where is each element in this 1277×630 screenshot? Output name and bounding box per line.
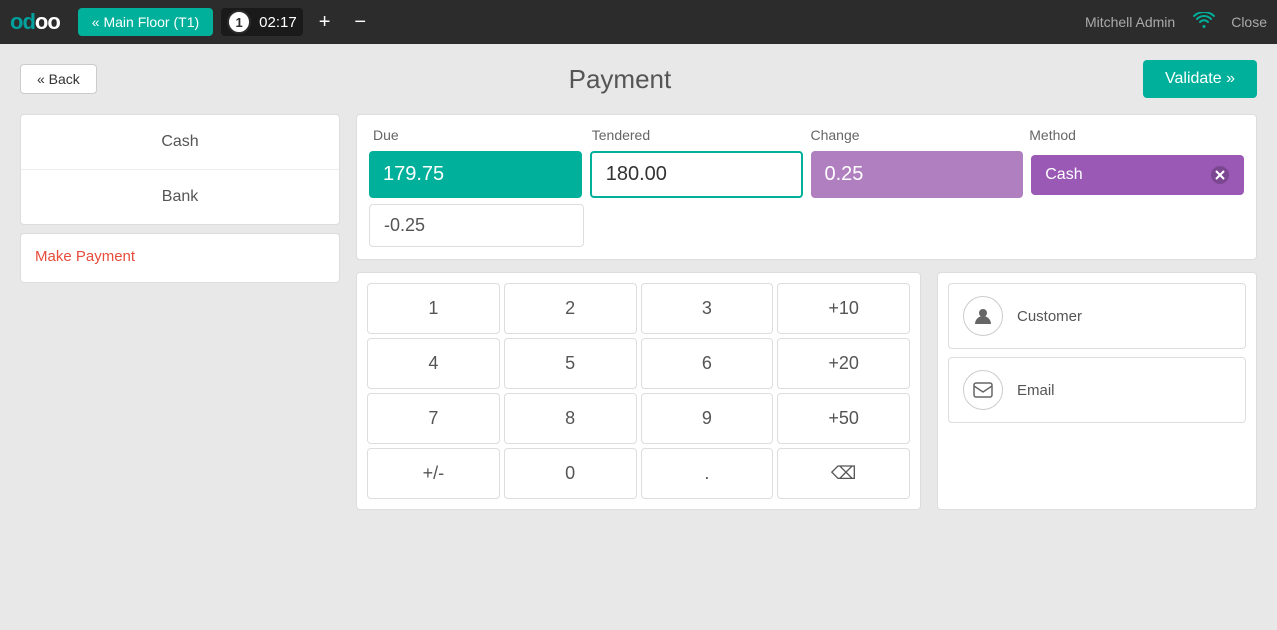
tendered-amount[interactable]: 180.00 [590,151,803,198]
method-label: Cash [1045,166,1082,184]
payment-methods-list: Cash Bank [20,114,340,225]
numpad-7[interactable]: 7 [367,393,500,444]
numpad-8[interactable]: 8 [504,393,637,444]
numpad-plus50[interactable]: +50 [777,393,910,444]
timer-display: 02:17 [259,14,297,31]
back-button[interactable]: « Back [20,64,97,94]
numpad-plus20[interactable]: +20 [777,338,910,389]
remaining-amount: -0.25 [369,204,584,247]
validate-button[interactable]: Validate » [1143,60,1257,98]
main-floor-label: « Main Floor (T1) [92,14,199,30]
close-button[interactable]: Close [1231,14,1267,30]
change-amount: 0.25 [811,151,1024,198]
numpad-4[interactable]: 4 [367,338,500,389]
page-title: Payment [569,64,672,95]
numpad-2[interactable]: 2 [504,283,637,334]
email-button[interactable]: Email [948,357,1246,423]
numpad-3[interactable]: 3 [641,283,774,334]
col-change: Change [811,127,1022,143]
numpad-1[interactable]: 1 [367,283,500,334]
order-badge: 1 [227,10,251,34]
numpad-6[interactable]: 6 [641,338,774,389]
payment-method-bank[interactable]: Bank [21,170,339,224]
numpad-9[interactable]: 9 [641,393,774,444]
add-order-button[interactable]: + [311,7,339,38]
customer-icon [963,296,1003,336]
due-amount: 179.75 [369,151,582,198]
payment-method-cash[interactable]: Cash [21,115,339,170]
customer-label: Customer [1017,308,1082,325]
make-payment-area[interactable]: Make Payment [20,233,340,283]
odoo-logo: odoo [10,9,60,35]
numpad-dot[interactable]: . [641,448,774,499]
numpad-backspace[interactable]: ⌫ [777,448,910,499]
col-method: Method [1029,127,1240,143]
numpad-plusminus[interactable]: +/- [367,448,500,499]
method-cell: Cash [1031,155,1244,195]
user-name: Mitchell Admin [1085,14,1175,30]
numpad: 1 2 3 +10 4 5 6 +20 7 8 9 +50 +/- 0 . ⌫ [356,272,921,510]
customer-button[interactable]: Customer [948,283,1246,349]
col-tendered: Tendered [592,127,803,143]
payment-table: Due Tendered Change Method 179.75 180.00… [356,114,1257,260]
minus-button[interactable]: − [346,7,374,38]
numpad-5[interactable]: 5 [504,338,637,389]
email-icon [963,370,1003,410]
numpad-plus10[interactable]: +10 [777,283,910,334]
action-panel: Customer Email [937,272,1257,510]
wifi-icon [1193,12,1215,33]
main-floor-button[interactable]: « Main Floor (T1) [78,8,213,36]
col-due: Due [373,127,584,143]
email-label: Email [1017,382,1055,399]
remove-method-button[interactable] [1210,165,1230,185]
numpad-0[interactable]: 0 [504,448,637,499]
make-payment-label[interactable]: Make Payment [35,248,135,265]
